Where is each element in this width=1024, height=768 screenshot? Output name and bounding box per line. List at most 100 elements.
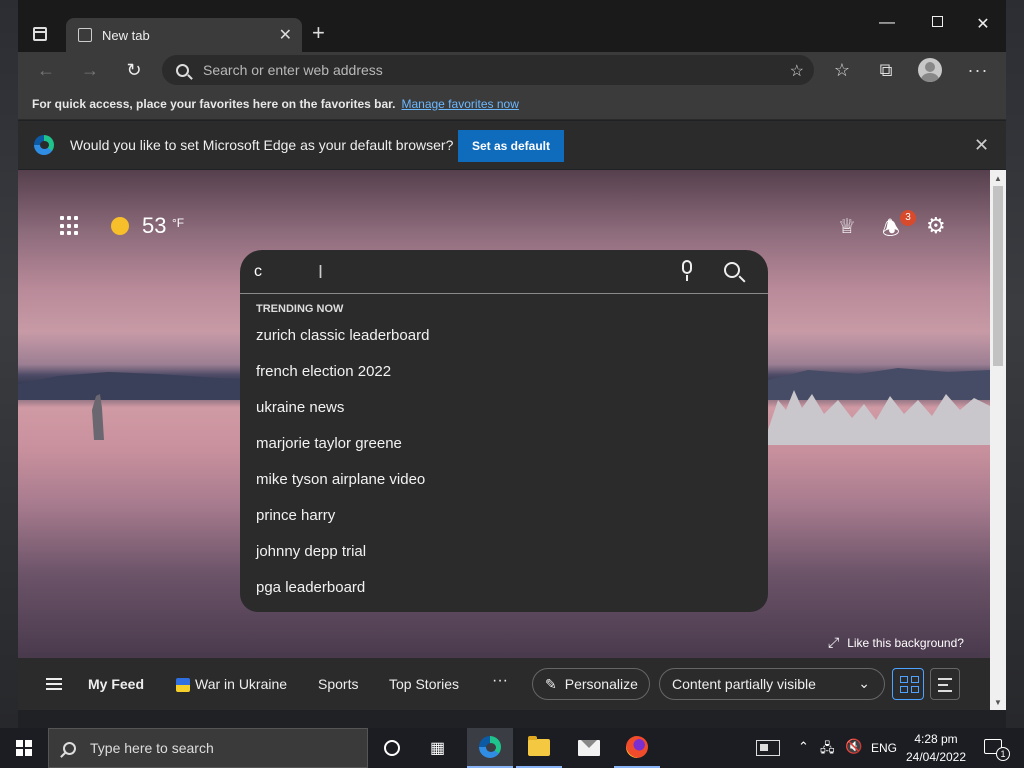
- browser-toolbar: ← → ↻ ☆ ☆ ⧉ ···: [18, 52, 1006, 88]
- tab-top-stories[interactable]: Top Stories: [389, 676, 459, 692]
- feed-navigation-bar: My Feed War in Ukraine Sports Top Storie…: [18, 658, 990, 710]
- maximize-button[interactable]: [914, 14, 960, 32]
- search-submit-icon[interactable]: [724, 262, 740, 278]
- default-browser-question: Would you like to set Microsoft Edge as …: [70, 137, 454, 153]
- suggestion-item[interactable]: pga leaderboard: [240, 570, 768, 606]
- show-hidden-icons-chevron-icon[interactable]: ⌃: [798, 739, 809, 755]
- folder-icon: [528, 735, 550, 756]
- back-button[interactable]: ←: [32, 58, 60, 82]
- action-center-badge: 1: [996, 747, 1010, 761]
- trending-heading: TRENDING NOW: [256, 303, 344, 315]
- input-language[interactable]: ENG: [871, 741, 897, 755]
- suggestion-item[interactable]: prince harry: [240, 498, 768, 534]
- personalize-button[interactable]: ✎ Personalize: [532, 668, 650, 700]
- suggestion-list: zurich classic leaderboard french electi…: [240, 318, 768, 606]
- new-tab-page: 53 °F ♕ 🕭 3 ⚙ I TRENDING NOW zurich clas…: [18, 170, 990, 710]
- search-icon: [63, 741, 76, 755]
- close-window-button[interactable]: ✕: [960, 14, 1006, 34]
- profile-avatar-icon[interactable]: [918, 58, 942, 82]
- suggestion-item[interactable]: zurich classic leaderboard: [240, 318, 768, 354]
- tab-close-icon[interactable]: ✕: [279, 25, 292, 45]
- edge-icon: [479, 736, 501, 758]
- add-favorite-icon[interactable]: ☆: [790, 61, 804, 81]
- personalize-label: Personalize: [564, 676, 638, 692]
- content-visibility-dropdown[interactable]: Content partially visible ⌄: [659, 668, 885, 700]
- suggestion-item[interactable]: marjorie taylor greene: [240, 426, 768, 462]
- weather-temperature[interactable]: 53: [142, 213, 166, 239]
- scroll-thumb[interactable]: [993, 186, 1003, 366]
- new-tab-button[interactable]: +: [312, 22, 325, 44]
- suggestion-item[interactable]: johnny depp trial: [240, 534, 768, 570]
- clock-date[interactable]: 24/04/2022: [904, 750, 968, 764]
- mail-icon: [578, 740, 600, 756]
- favorites-bar: For quick access, place your favorites h…: [18, 88, 1006, 120]
- suggestion-item[interactable]: ukraine news: [240, 390, 768, 426]
- taskbar-search-input[interactable]: [90, 740, 350, 756]
- microphone-icon[interactable]: [680, 260, 694, 282]
- address-bar[interactable]: ☆: [162, 55, 814, 85]
- forward-button[interactable]: →: [76, 58, 104, 82]
- scroll-up-arrow-icon[interactable]: ▲: [994, 174, 1002, 183]
- favorites-icon[interactable]: ☆: [830, 60, 854, 80]
- background-tufa-left: [92, 394, 104, 440]
- suggestion-item[interactable]: mike tyson airplane video: [240, 462, 768, 498]
- set-as-default-button[interactable]: Set as default: [458, 130, 564, 162]
- infobar-close-icon[interactable]: ✕: [974, 135, 989, 156]
- tab-actions-button[interactable]: [30, 24, 50, 44]
- search-field: I: [240, 250, 768, 294]
- weather-unit: °F: [172, 216, 185, 230]
- cortana-icon[interactable]: [384, 740, 400, 756]
- scroll-down-arrow-icon[interactable]: ▼: [994, 698, 1002, 707]
- taskbar-edge-app[interactable]: [467, 728, 513, 768]
- search-dropdown: I TRENDING NOW zurich classic leaderboar…: [240, 250, 768, 612]
- tab-sports[interactable]: Sports: [318, 676, 358, 692]
- content-visibility-value: Content partially visible: [672, 676, 816, 692]
- ukraine-flag-icon: [176, 678, 190, 692]
- web-search-input[interactable]: [254, 260, 654, 284]
- bell-icon[interactable]: 🕭: [882, 214, 900, 248]
- tab-my-feed[interactable]: My Feed: [88, 676, 144, 692]
- sunny-weather-icon: [111, 217, 129, 235]
- more-tabs-button[interactable]: ···: [492, 672, 508, 690]
- browser-window: New tab ✕ + — ✕ ← → ↻ ☆ ☆ ⧉ ··· For quic…: [18, 0, 1006, 728]
- task-view-icon[interactable]: ▦: [430, 738, 445, 758]
- suggestion-item[interactable]: french election 2022: [240, 354, 768, 390]
- default-browser-infobar: Would you like to set Microsoft Edge as …: [18, 121, 1006, 169]
- new-tab-page-icon: [78, 28, 92, 42]
- taskbar-mail-app[interactable]: [566, 728, 612, 768]
- gear-icon[interactable]: ⚙: [926, 213, 946, 239]
- taskbar-firefox-app[interactable]: [614, 728, 660, 768]
- tab-war-in-ukraine[interactable]: War in Ukraine: [195, 676, 287, 692]
- taskbar-file-explorer-app[interactable]: [516, 728, 562, 768]
- refresh-button[interactable]: ↻: [120, 58, 148, 82]
- like-background-label: Like this background?: [847, 636, 964, 650]
- news-and-interests-icon[interactable]: [756, 740, 780, 756]
- tab-new-tab[interactable]: New tab ✕: [66, 18, 302, 52]
- manage-favorites-link[interactable]: Manage favorites now: [401, 97, 518, 111]
- clock-time[interactable]: 4:28 pm: [904, 732, 968, 746]
- collections-icon[interactable]: ⧉: [874, 60, 898, 80]
- tab-title: New tab: [102, 27, 150, 43]
- app-launcher-icon[interactable]: [60, 216, 80, 236]
- maximize-icon: [931, 16, 943, 27]
- like-background-link[interactable]: ⤢ Like this background?: [828, 634, 964, 651]
- chevron-down-icon: ⌄: [858, 675, 870, 691]
- volume-muted-icon[interactable]: 🔇: [845, 738, 862, 755]
- address-input[interactable]: [203, 62, 763, 78]
- network-icon[interactable]: 🖧: [820, 739, 835, 761]
- edge-logo-icon: [34, 135, 54, 155]
- rewards-icon[interactable]: ♕: [838, 214, 856, 239]
- search-icon: [176, 63, 189, 77]
- favorites-bar-message: For quick access, place your favorites h…: [32, 96, 396, 111]
- firefox-icon: [626, 736, 648, 758]
- minimize-button[interactable]: —: [864, 14, 910, 32]
- hamburger-menu-icon[interactable]: [46, 678, 62, 690]
- title-bar: New tab ✕ + — ✕: [18, 0, 1006, 52]
- taskbar-search-box[interactable]: [48, 728, 368, 768]
- background-tufa-right: [768, 390, 990, 445]
- settings-and-more-icon[interactable]: ···: [966, 60, 990, 80]
- list-view-button[interactable]: [930, 668, 960, 700]
- grid-view-button[interactable]: [892, 668, 924, 700]
- start-button[interactable]: [16, 740, 32, 756]
- page-scrollbar[interactable]: ▲ ▼: [990, 170, 1006, 710]
